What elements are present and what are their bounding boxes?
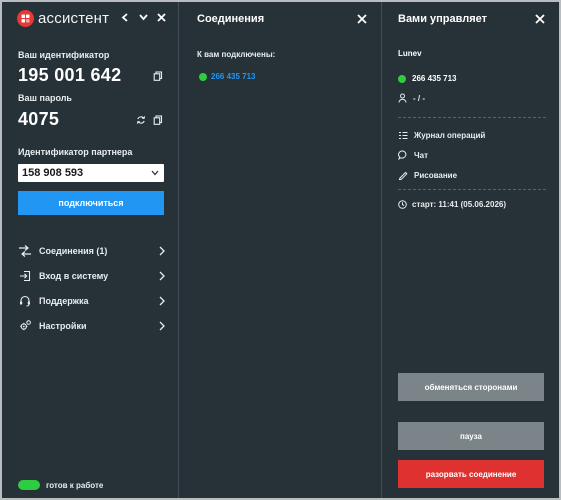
- chevron-right-icon: [159, 271, 165, 280]
- action-chat-label: Чат: [414, 150, 428, 160]
- controller-username: Lunev: [398, 49, 422, 58]
- controller-id: 266 435 713: [412, 74, 457, 83]
- menu-item-support[interactable]: Поддержка: [18, 288, 166, 313]
- connections-icon: [18, 244, 32, 258]
- online-status-icon: [398, 74, 406, 83]
- close-icon: [357, 14, 367, 24]
- menu-item-settings[interactable]: Настройки: [18, 313, 166, 338]
- chevron-down-icon[interactable]: [151, 170, 159, 176]
- action-draw-label: Рисование: [414, 170, 458, 180]
- menu-item-connections[interactable]: Соединения (1): [18, 238, 166, 263]
- disconnect-button[interactable]: разорвать соединение: [398, 460, 544, 488]
- window-controls: [120, 12, 166, 22]
- menu-item-label: Поддержка: [39, 295, 89, 306]
- refresh-password-button[interactable]: [136, 115, 146, 125]
- swap-sides-button[interactable]: обменяться сторонами: [398, 373, 544, 401]
- main-menu: Соединения (1) Вход в систему Поддержка: [18, 238, 166, 338]
- divider: [398, 117, 546, 118]
- password-label: Ваш пароль: [18, 93, 72, 103]
- ready-status: готов к работе: [18, 480, 103, 490]
- session-start: старт: 11:41 (05.06.2026): [398, 200, 506, 209]
- password-value: 4075: [18, 109, 60, 129]
- your-id-value: 195 001 642: [18, 65, 122, 85]
- status-label: готов к работе: [46, 480, 104, 490]
- close-icon: [156, 12, 166, 22]
- close-controller-button[interactable]: [535, 14, 545, 24]
- partner-id-input[interactable]: 158 908 593: [18, 164, 164, 182]
- app-logo-icon: [17, 10, 34, 27]
- session-start-label: старт: 11:41 (05.06.2026): [412, 200, 507, 209]
- copy-icon: [153, 115, 163, 125]
- panel-title: Соединения: [197, 13, 265, 25]
- chevron-right-icon: [159, 296, 165, 305]
- gear-icon: [18, 319, 32, 333]
- menu-item-login[interactable]: Вход в систему: [18, 263, 166, 288]
- controller-person-row: - / -: [398, 93, 425, 103]
- connected-label: К вам подключены:: [197, 50, 276, 59]
- panel-title: Вами управляет: [398, 13, 487, 25]
- collapse-button[interactable]: [120, 12, 130, 22]
- app-window: ассистент Ваш идентификатор 195 001 642 …: [2, 2, 559, 498]
- action-log-label: Журнал операций: [414, 130, 486, 140]
- controller-panel: Вами управляет Lunev 266 435 713 - / - Ж…: [382, 2, 559, 498]
- connections-panel: Соединения К вам подключены: 266 435 713: [179, 2, 381, 498]
- clock-icon: [398, 200, 407, 209]
- copy-password-button[interactable]: [153, 115, 163, 125]
- chevron-down-icon: [138, 14, 148, 21]
- action-chat[interactable]: Чат: [398, 150, 428, 160]
- close-button[interactable]: [156, 12, 166, 22]
- partner-id-value: 158 908 593: [22, 167, 84, 179]
- menu-item-label: Вход в систему: [39, 270, 109, 281]
- close-connections-button[interactable]: [357, 14, 367, 24]
- online-status-icon: [199, 72, 207, 81]
- chat-icon: [398, 150, 408, 160]
- chevron-right-icon: [159, 246, 165, 255]
- log-icon: [398, 130, 408, 140]
- action-draw[interactable]: Рисование: [398, 170, 457, 180]
- minimize-button[interactable]: [138, 12, 148, 22]
- pen-icon: [398, 170, 408, 180]
- controller-person-value: - / -: [413, 93, 425, 103]
- copy-icon: [153, 71, 163, 81]
- pause-button[interactable]: пауза: [398, 422, 544, 450]
- login-icon: [18, 269, 32, 283]
- chevron-left-icon: [121, 12, 128, 22]
- your-id-label: Ваш идентификатор: [18, 50, 110, 60]
- refresh-icon: [136, 116, 146, 124]
- connection-item[interactable]: 266 435 713: [199, 72, 256, 81]
- ready-toggle[interactable]: [18, 480, 40, 490]
- partner-id-label: Идентификатор партнера: [18, 147, 133, 157]
- main-panel: ассистент Ваш идентификатор 195 001 642 …: [2, 2, 178, 498]
- connect-button[interactable]: подключиться: [18, 191, 164, 215]
- controller-id-row: 266 435 713: [398, 74, 457, 83]
- connection-id: 266 435 713: [211, 72, 256, 81]
- app-name: ассистент: [38, 10, 110, 27]
- menu-item-label: Соединения (1): [39, 245, 108, 256]
- chevron-right-icon: [159, 321, 165, 330]
- copy-id-button[interactable]: [153, 71, 163, 81]
- menu-item-label: Настройки: [39, 320, 87, 331]
- person-icon: [398, 93, 407, 103]
- app-brand: ассистент: [17, 10, 109, 27]
- action-log[interactable]: Журнал операций: [398, 130, 485, 140]
- close-icon: [535, 14, 545, 24]
- headset-icon: [18, 294, 32, 308]
- divider: [398, 189, 546, 190]
